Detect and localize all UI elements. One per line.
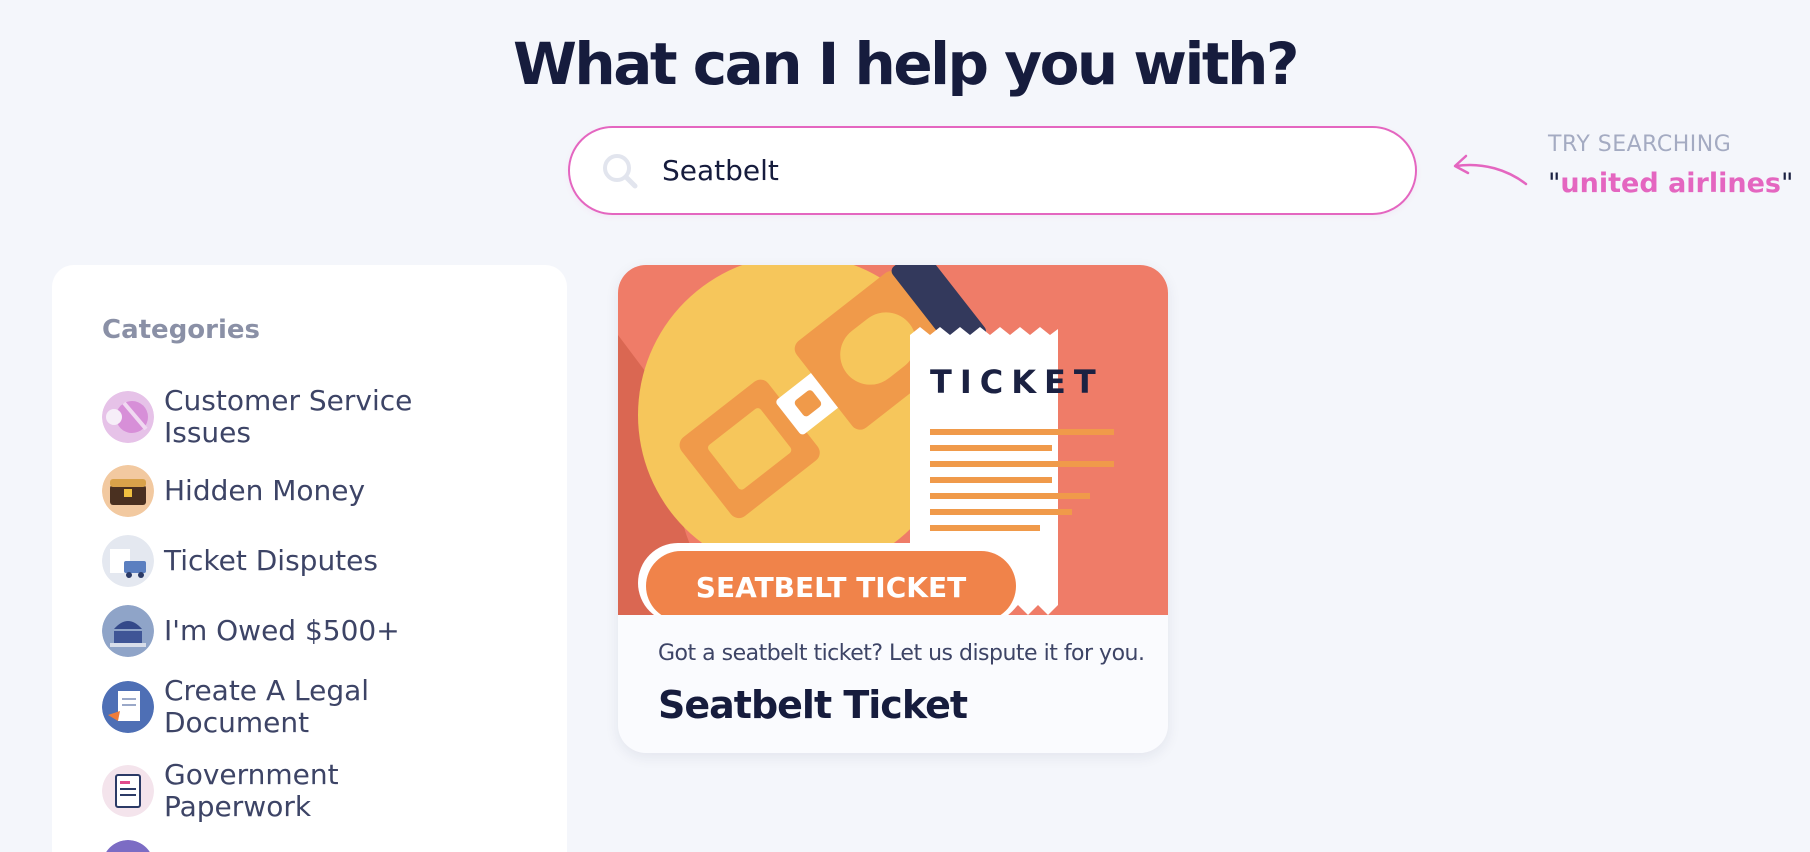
category-label: Create A Legal bbox=[164, 674, 370, 707]
categories-sidebar: Categories Customer Service Issues Hidde… bbox=[52, 265, 567, 852]
category-ticket-disputes[interactable]: Ticket Disputes bbox=[102, 535, 522, 587]
category-label: I'm Owed $500+ bbox=[164, 614, 400, 647]
ticket-icon bbox=[102, 535, 154, 587]
arrow-left-icon bbox=[1453, 154, 1528, 186]
category-hidden-money[interactable]: Hidden Money bbox=[102, 465, 522, 517]
quote-open: " bbox=[1548, 168, 1561, 199]
legal-document-icon bbox=[102, 681, 154, 733]
category-label: Ticket Disputes bbox=[164, 544, 378, 577]
result-card-seatbelt-ticket[interactable]: TICKET SEATBELT TICKET Got a seatbelt ti… bbox=[618, 265, 1168, 753]
government-building-icon bbox=[102, 605, 154, 657]
category-label: Hidden Money bbox=[164, 474, 366, 507]
category-customer-service-issues[interactable]: Customer Service Issues bbox=[102, 385, 522, 449]
category-government-paperwork[interactable]: Government Paperwork bbox=[102, 759, 522, 823]
treasure-chest-icon bbox=[102, 465, 154, 517]
paperwork-icon bbox=[102, 765, 154, 817]
category-label: Issues bbox=[164, 416, 251, 449]
categories-title: Categories bbox=[102, 315, 261, 345]
customer-service-icon bbox=[102, 391, 154, 443]
quote-close: " bbox=[1780, 168, 1794, 199]
category-icon bbox=[102, 840, 154, 852]
card-description: Got a seatbelt ticket? Let us dispute it… bbox=[658, 641, 1145, 666]
category-label: Document bbox=[164, 706, 310, 739]
search-input[interactable] bbox=[662, 145, 1362, 196]
page: What can I help you with? TRY SEARCHING … bbox=[0, 0, 1810, 852]
page-heading: What can I help you with? bbox=[512, 30, 1300, 98]
search-bar[interactable] bbox=[568, 126, 1417, 215]
category-create-legal-document[interactable]: Create A Legal Document bbox=[102, 675, 522, 739]
ticket-text: TICKET bbox=[930, 363, 1104, 401]
search-suggestion: TRY SEARCHING "united airlines" bbox=[1448, 128, 1793, 218]
category-label: Paperwork bbox=[164, 790, 312, 823]
search-icon bbox=[600, 151, 640, 191]
category-more[interactable] bbox=[102, 840, 522, 852]
badge-text: SEATBELT TICKET bbox=[696, 571, 966, 604]
category-label: Customer Service bbox=[164, 384, 413, 417]
card-title[interactable]: Seatbelt Ticket bbox=[658, 683, 968, 727]
suggestion-query-link[interactable]: "united airlines" bbox=[1548, 168, 1793, 199]
category-owed-500[interactable]: I'm Owed $500+ bbox=[102, 605, 522, 657]
suggestion-query[interactable]: united airlines bbox=[1560, 168, 1781, 199]
seatbelt-ticket-illustration: TICKET SEATBELT TICKET bbox=[618, 265, 1168, 615]
category-label: Government bbox=[164, 758, 339, 791]
suggestion-label: TRY SEARCHING bbox=[1548, 132, 1732, 157]
